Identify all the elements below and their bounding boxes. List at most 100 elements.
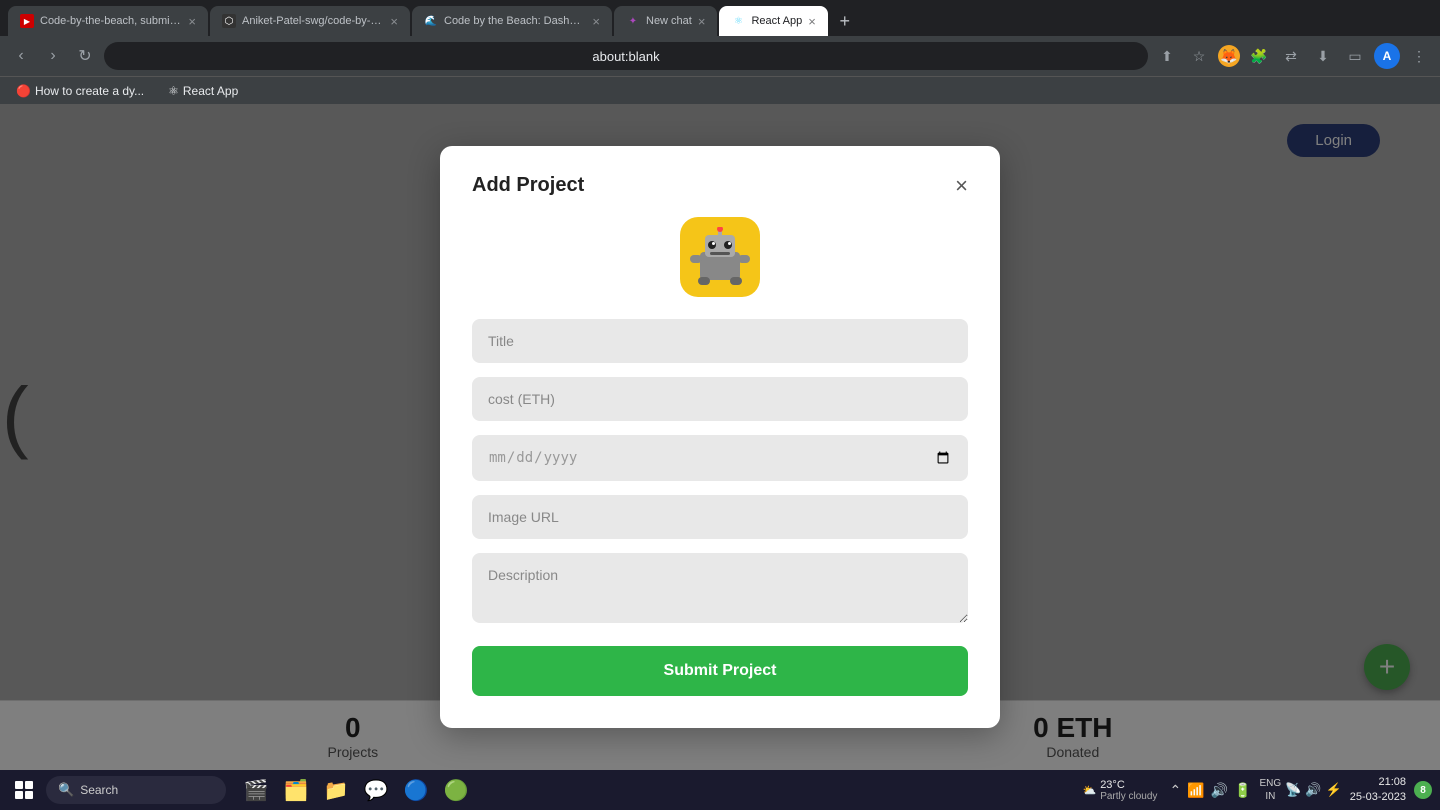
modal-overlay: Add Project × [0, 104, 1440, 770]
tab-5-title: React App [751, 15, 802, 27]
bookmark-2-favicon: ⚛ [168, 84, 179, 98]
toolbar-icons: ⬆ ☆ 🦊 🧩 ⇄ ⬇ ▭ A ⋮ [1154, 43, 1432, 69]
chevron-up-icon[interactable]: ⌃ [1169, 782, 1181, 799]
taskbar-app-4-icon: 💬 [364, 778, 389, 803]
system-icons: ⌃ 📶 🔊 🔋 [1169, 782, 1251, 799]
taskbar-app-2-icon: 🗂️ [284, 778, 309, 803]
tab-5-favicon: ⚛ [731, 14, 745, 28]
start-button[interactable] [8, 774, 40, 806]
modal-icon-area [472, 217, 968, 297]
taskbar-app-2[interactable]: 🗂️ [278, 772, 314, 808]
taskbar-app-5-icon: 🔵 [404, 778, 429, 803]
tab-4-favicon: ✦ [626, 14, 640, 28]
language-eng: ENG IN [1259, 777, 1281, 803]
wifi-icon[interactable]: 📡 [1285, 782, 1301, 798]
taskbar-app-3-icon: 📁 [324, 778, 349, 803]
avatar-icon[interactable]: 🦊 [1218, 45, 1240, 67]
taskbar-search-icon: 🔍 [58, 782, 74, 798]
cost-input[interactable] [472, 377, 968, 421]
win-sq-3 [15, 791, 23, 799]
taskbar-clock: 21:08 25-03-2023 [1350, 775, 1406, 806]
weather-desc: Partly cloudy [1100, 791, 1157, 802]
bookmark-2-label: React App [183, 84, 238, 98]
taskbar-app-1[interactable]: 🎬 [238, 772, 274, 808]
bookmark-icon[interactable]: ☆ [1186, 43, 1212, 69]
weather-temp: 23°C [1100, 779, 1157, 791]
modal-header: Add Project × [472, 174, 968, 197]
profile-icon[interactable]: A [1374, 43, 1400, 69]
taskbar-right: ⛅ 23°C Partly cloudy ⌃ 📶 🔊 🔋 ENG IN 📡 🔊 … [1082, 775, 1432, 806]
win-sq-4 [25, 791, 33, 799]
address-bar: ‹ › ↻ ⬆ ☆ 🦊 🧩 ⇄ ⬇ ▭ A ⋮ [0, 36, 1440, 76]
taskbar-app-6[interactable]: 🟢 [438, 772, 474, 808]
sidebar-icon[interactable]: ▭ [1342, 43, 1368, 69]
bookmark-1[interactable]: 🔴 How to create a dy... [10, 82, 150, 100]
clock-time: 21:08 [1350, 775, 1406, 790]
tab-bar: ▶ Code-by-the-beach, submission × ⬡ Anik… [0, 0, 1440, 36]
tab-1-favicon: ▶ [20, 14, 34, 28]
modal-close-button[interactable]: × [955, 175, 968, 197]
win-sq-2 [25, 781, 33, 789]
forward-button[interactable]: › [40, 43, 66, 69]
submit-project-button[interactable]: Submit Project [472, 646, 968, 696]
tab-3-favicon: 🌊 [424, 14, 438, 28]
date-input[interactable] [472, 435, 968, 481]
power-icon[interactable]: ⚡ [1326, 782, 1342, 798]
battery-icon[interactable]: 🔋 [1234, 782, 1251, 799]
win-sq-1 [15, 781, 23, 789]
tab-4[interactable]: ✦ New chat × [614, 6, 717, 36]
modal-title: Add Project [472, 174, 584, 197]
tab-3-title: Code by the Beach: Dashboard | [444, 15, 586, 27]
tab-4-close[interactable]: × [698, 14, 706, 29]
page-area: Bring Cr Life On Login ( 0 Projects 0 ET… [0, 104, 1440, 770]
taskbar-apps: 🎬 🗂️ 📁 💬 🔵 🟢 [238, 772, 474, 808]
add-project-modal: Add Project × [440, 146, 1000, 728]
network-icon[interactable]: 📶 [1187, 782, 1204, 799]
menu-icon[interactable]: ⋮ [1406, 43, 1432, 69]
language-indicator: ENG IN [1259, 777, 1281, 803]
tab-3[interactable]: 🌊 Code by the Beach: Dashboard | × [412, 6, 612, 36]
weather-icon: ⛅ [1082, 784, 1096, 797]
address-input[interactable] [104, 42, 1148, 70]
tab-4-title: New chat [646, 15, 692, 27]
clock-date: 25-03-2023 [1350, 790, 1406, 805]
tab-3-close[interactable]: × [592, 14, 600, 29]
taskbar-search-label: Search [80, 783, 118, 797]
bookmark-1-label: How to create a dy... [35, 84, 144, 98]
weather-widget: ⛅ 23°C Partly cloudy [1082, 779, 1157, 802]
taskbar: 🔍 Search 🎬 🗂️ 📁 💬 🔵 🟢 ⛅ 23°C Partly clou… [0, 770, 1440, 810]
taskbar-app-1-icon: 🎬 [244, 778, 269, 803]
description-input[interactable] [472, 553, 968, 623]
tab-2-favicon: ⬡ [222, 14, 236, 28]
new-tab-button[interactable]: + [830, 6, 860, 36]
tab-2-close[interactable]: × [390, 14, 398, 29]
volume-icon[interactable]: 🔊 [1305, 782, 1321, 798]
download-icon[interactable]: ⬇ [1310, 43, 1336, 69]
taskbar-app-3[interactable]: 📁 [318, 772, 354, 808]
puzzle-icon[interactable]: 🧩 [1246, 43, 1272, 69]
taskbar-search[interactable]: 🔍 Search [46, 776, 226, 804]
robot-icon [680, 217, 760, 297]
tab-2[interactable]: ⬡ Aniket-Patel-swg/code-by-the-b... × [210, 6, 410, 36]
bookmark-2[interactable]: ⚛ React App [162, 82, 244, 100]
tab-1-title: Code-by-the-beach, submission [40, 15, 182, 27]
image-url-input[interactable] [472, 495, 968, 539]
notification-badge[interactable]: 8 [1414, 781, 1432, 799]
bookmark-1-favicon: 🔴 [16, 84, 31, 98]
tab-5-close[interactable]: × [808, 14, 816, 29]
sync-icon[interactable]: ⇄ [1278, 43, 1304, 69]
taskbar-app-4[interactable]: 💬 [358, 772, 394, 808]
tab-2-title: Aniket-Patel-swg/code-by-the-b... [242, 15, 384, 27]
tab-1[interactable]: ▶ Code-by-the-beach, submission × [8, 6, 208, 36]
tab-1-close[interactable]: × [188, 14, 196, 29]
speakers-icon[interactable]: 🔊 [1211, 782, 1228, 799]
back-button[interactable]: ‹ [8, 43, 34, 69]
bookmarks-bar: 🔴 How to create a dy... ⚛ React App [0, 76, 1440, 104]
share-icon[interactable]: ⬆ [1154, 43, 1180, 69]
taskbar-app-6-icon: 🟢 [444, 778, 469, 803]
tab-5[interactable]: ⚛ React App × [719, 6, 827, 36]
taskbar-app-5[interactable]: 🔵 [398, 772, 434, 808]
browser-chrome: ▶ Code-by-the-beach, submission × ⬡ Anik… [0, 0, 1440, 104]
title-input[interactable] [472, 319, 968, 363]
reload-button[interactable]: ↻ [72, 43, 98, 69]
